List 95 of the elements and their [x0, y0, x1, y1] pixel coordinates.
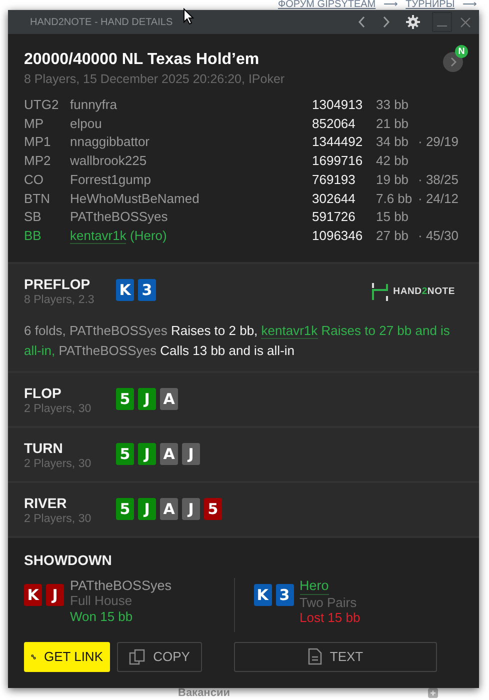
close-icon[interactable]: [460, 16, 471, 28]
position-label: BB: [24, 226, 42, 245]
playing-card: J: [138, 388, 156, 410]
stack-amount: 769193: [312, 170, 356, 189]
player-name: PATtheBOSSyes: [70, 578, 172, 593]
document-icon: [308, 648, 322, 666]
settings-icon[interactable]: [406, 15, 420, 29]
street-name: FLOP: [24, 384, 62, 402]
player-stats: · 38/25: [418, 170, 460, 189]
text-button[interactable]: TEXT: [234, 642, 437, 672]
playing-card: 5: [204, 498, 222, 520]
position-label: SB: [24, 208, 42, 226]
breadcrumb-link[interactable]: ТУРНИРЫ: [406, 0, 455, 10]
mouse-cursor-icon: [183, 8, 194, 25]
player-name: wallbrook225: [70, 153, 147, 168]
player-name: Forrest1gump: [70, 172, 151, 187]
big-blinds: 21 bb: [376, 114, 410, 133]
result-amount: Lost 15 bb: [300, 610, 360, 626]
street-info: 2 Players, 30: [24, 512, 92, 526]
stack-amount: 852064: [312, 114, 356, 133]
playing-card: 5: [116, 388, 134, 410]
stack-amount: 591726: [312, 208, 356, 226]
street-info: 2 Players, 30: [24, 402, 92, 416]
plus-icon[interactable]: [428, 688, 438, 698]
playing-card: J: [182, 442, 200, 465]
breadcrumb-arrow: ⟶: [462, 0, 477, 10]
big-blinds: 7.6 bb: [376, 190, 414, 208]
hero-link[interactable]: kentavr1k: [261, 322, 318, 339]
action-summary: 6 folds, PATtheBOSSyes Raises to 2 bb, kentavr1k Raises to 27 bb and is all-in, PATtheBOSSyes Calls 13 bb and is all-in: [24, 322, 451, 360]
player-name: funnyfra: [70, 97, 117, 112]
playing-card: A: [160, 442, 178, 465]
playing-card: 3: [138, 278, 156, 301]
player-name[interactable]: Hero: [300, 578, 329, 595]
playing-card: 5: [116, 442, 134, 465]
position-label: MP2: [24, 152, 52, 170]
playing-card: J: [138, 498, 156, 520]
minimize-icon[interactable]: [432, 12, 452, 32]
result-amount: Won 15 bb: [70, 608, 133, 624]
playing-card: A: [160, 388, 178, 410]
window-title: HAND2NOTE - HAND DETAILS: [30, 16, 173, 28]
street-info: 8 Players, 2.3: [24, 292, 96, 307]
street-name: TURN: [24, 440, 64, 457]
previous-icon[interactable]: [358, 16, 366, 28]
get-link-button[interactable]: GET LINK: [24, 642, 110, 672]
hand-subtitle: 8 Players, 15 December 2025 20:26:20, IPoker: [24, 71, 286, 88]
position-label: BTN: [24, 190, 51, 208]
hero-label: (Hero): [130, 228, 167, 243]
player-stats: · 45/30: [418, 226, 460, 245]
stack-amount: 302644: [312, 190, 356, 208]
big-blinds: 42 bb: [376, 152, 410, 170]
player-name: PATtheBOSSyes: [70, 209, 168, 224]
playing-card: K: [254, 584, 272, 606]
logo-icon: [371, 282, 390, 302]
position-label: CO: [24, 170, 44, 189]
stack-amount: 1096346: [312, 226, 364, 245]
hand-title: 20000/40000 NL Texas Hold’em: [24, 50, 260, 70]
big-blinds: 34 bb: [376, 133, 410, 152]
street-name: PREFLOP: [24, 276, 92, 293]
big-blinds: 19 bb: [376, 170, 410, 189]
hand-rank: Full House: [70, 593, 134, 609]
stack-amount: 1699716: [312, 152, 364, 170]
player-stats: · 29/19: [418, 133, 460, 152]
player-stats: · 24/12: [418, 190, 460, 208]
player-name: elpou: [70, 116, 102, 131]
street-info: 2 Players, 30: [24, 456, 92, 471]
logo-text: HAND2NOTE: [393, 286, 455, 298]
player-name[interactable]: kentavr1k: [70, 228, 126, 244]
next-icon[interactable]: [382, 16, 390, 28]
position-label: MP: [24, 114, 44, 133]
playing-card: K: [24, 584, 42, 606]
playing-card: J: [182, 498, 200, 520]
stack-amount: 1344492: [312, 133, 364, 152]
big-blinds: 27 bb: [376, 226, 410, 245]
player-name: nnaggibbattor: [70, 134, 150, 150]
position-label: MP1: [24, 133, 52, 152]
big-blinds: 33 bb: [376, 96, 410, 114]
section-title: SHOWDOWN: [24, 552, 113, 568]
playing-card: 3: [276, 584, 294, 606]
stack-amount: 1304913: [312, 96, 364, 114]
position-label: UTG2: [24, 96, 60, 114]
playing-card: K: [116, 278, 134, 301]
next-hand-button[interactable]: [443, 52, 463, 72]
copy-icon: [129, 648, 146, 665]
hand-rank: Two Pairs: [300, 594, 358, 610]
playing-card: J: [138, 442, 156, 465]
playing-card: A: [160, 498, 178, 520]
street-name: RIVER: [24, 494, 68, 512]
notification-badge: N: [455, 45, 468, 58]
playing-card: 5: [116, 498, 134, 520]
player-name: HeWhoMustBeNamed: [70, 190, 200, 206]
breadcrumb-arrow: ⟶: [384, 0, 398, 10]
copy-button[interactable]: COPY: [117, 642, 202, 672]
big-blinds: 15 bb: [376, 208, 410, 226]
breadcrumb-link[interactable]: ФОРУМ GIPSYTEAM: [278, 0, 376, 10]
playing-card: J: [46, 584, 64, 606]
